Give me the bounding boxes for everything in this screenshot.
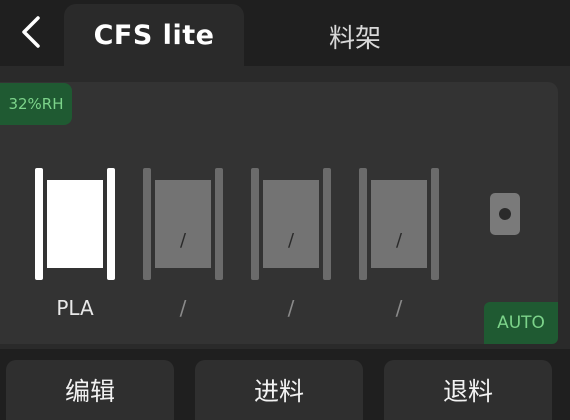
unload-button-label: 退料 [442,377,493,406]
humidity-badge: 32%RH [0,83,72,125]
spool-icon: / [371,180,427,268]
filament-slot-1[interactable] [35,168,115,282]
slot-4-material: / [395,296,403,320]
auto-mode-badge[interactable]: AUTO [484,302,558,344]
spool-label: / [287,230,295,251]
spool-flange [323,168,331,280]
slot-2-material: / [179,296,187,320]
auto-mode-label: AUTO [497,313,545,333]
spool-flange [251,168,259,280]
filament-slot-3[interactable]: / [251,168,331,282]
tab-label: CFS lite [93,19,215,51]
external-slot-dot-icon [499,208,511,220]
spool-label: / [179,230,187,251]
slot-3-material: / [287,296,295,320]
filament-slot-4[interactable]: / [359,168,439,282]
external-spool-slot[interactable] [490,193,520,235]
edit-button[interactable]: 编辑 [6,360,174,420]
back-button[interactable] [14,10,48,54]
slot-1-material: PLA [56,296,94,320]
tab-rack[interactable]: 料架 [300,14,410,58]
load-button-label: 进料 [253,377,304,406]
spool-icon: / [155,180,211,268]
tab-label: 料架 [328,23,381,54]
unload-filament-button[interactable]: 退料 [384,360,552,420]
spool-icon [47,180,103,268]
humidity-value: 32%RH [8,95,64,113]
filament-slot-2[interactable]: / [143,168,223,282]
spool-flange [35,168,43,280]
spool-icon: / [263,180,319,268]
spool-flange [143,168,151,280]
spool-flange [107,168,115,280]
spool-flange [215,168,223,280]
edit-button-label: 编辑 [64,377,115,406]
spool-label: / [395,230,403,251]
spool-flange [359,168,367,280]
tab-cfs-lite[interactable]: CFS lite [64,4,244,66]
load-filament-button[interactable]: 进料 [195,360,363,420]
spool-flange [431,168,439,280]
chevron-left-icon [22,16,40,48]
